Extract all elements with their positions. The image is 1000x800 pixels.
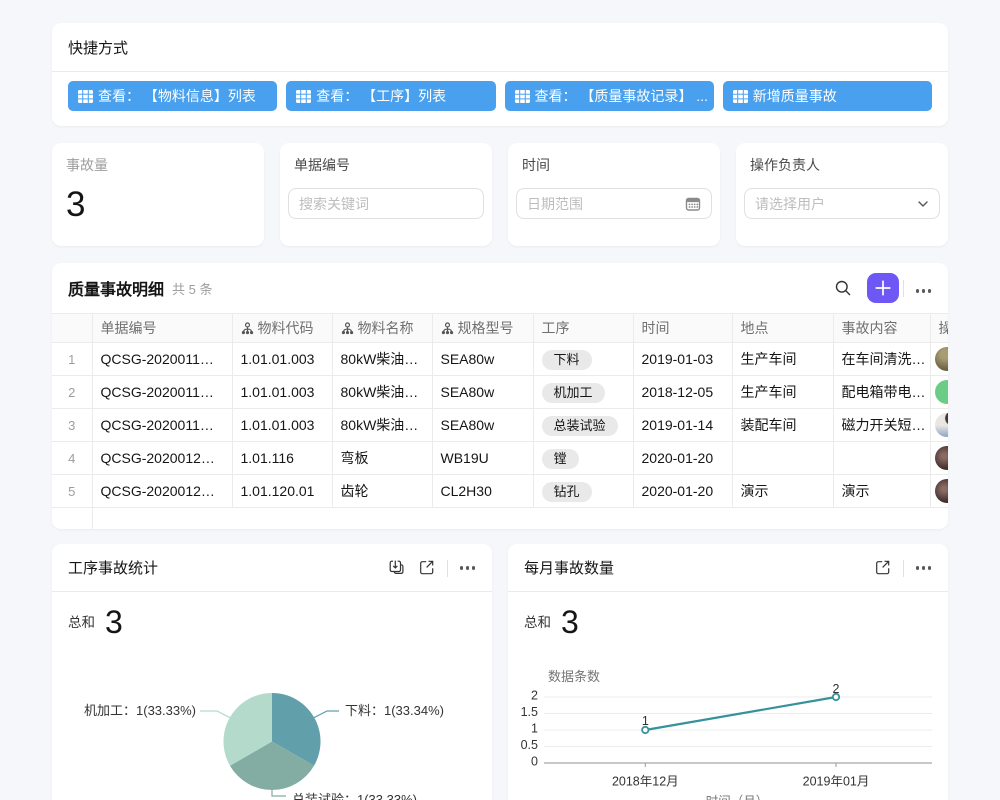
svg-text:下料：1(33.34%): 下料：1(33.34%) bbox=[345, 703, 444, 718]
svg-text:1: 1 bbox=[642, 714, 649, 728]
svg-text:1: 1 bbox=[531, 722, 538, 736]
svg-text:数据条数: 数据条数 bbox=[548, 669, 600, 684]
svg-text:0.5: 0.5 bbox=[521, 738, 538, 752]
svg-text:0: 0 bbox=[531, 755, 538, 769]
svg-text:2018年12月: 2018年12月 bbox=[612, 775, 679, 789]
svg-text:2: 2 bbox=[833, 682, 840, 696]
svg-text:机加工：1(33.33%): 机加工：1(33.33%) bbox=[84, 703, 196, 718]
svg-text:2019年01月: 2019年01月 bbox=[803, 775, 870, 789]
svg-text:总装试验：1(33.33%): 总装试验：1(33.33%) bbox=[292, 792, 417, 800]
svg-text:1.5: 1.5 bbox=[521, 705, 538, 719]
svg-text:时间（月）: 时间（月） bbox=[706, 795, 769, 800]
svg-text:2: 2 bbox=[531, 689, 538, 703]
